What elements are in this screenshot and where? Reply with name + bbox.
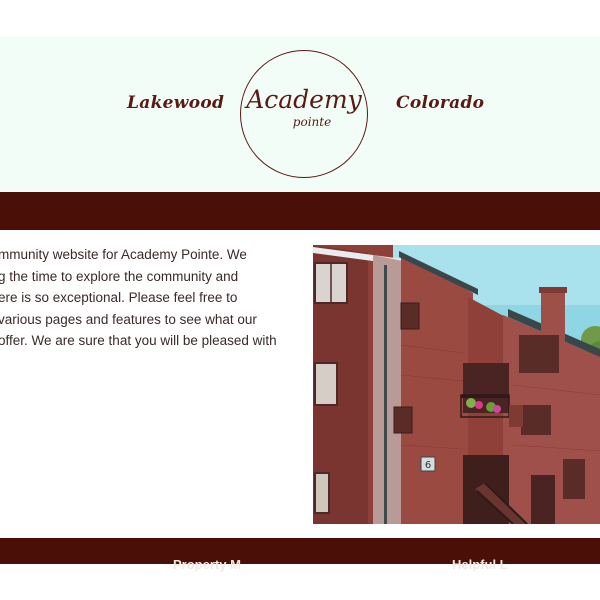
intro-line: offer. We are sure that you will be plea… [0,333,277,348]
site-footer [0,538,600,564]
apartment-building-illustration: 6 [313,245,600,524]
intro-line: g the time to explore the community and [0,268,239,284]
intro-line: mmunity website for Academy Pointe. We [0,247,247,262]
intro-text: mmunity website for Academy Pointe. We g… [0,244,298,352]
footer-heading-links: Helpful L [452,557,508,572]
logo-title: Academy [246,85,362,114]
logo-subtitle: pointe [292,115,332,129]
site-logo[interactable]: Academy pointe [240,50,368,178]
footer-heading-property: Property M [173,557,241,572]
building-number: 6 [425,460,431,471]
header-location-city: Lakewood [127,93,225,113]
intro-line: various pages and features to see what o… [0,311,257,327]
intro-line: ere is so exceptional. Please feel free … [0,290,238,305]
building-photo: 6 [313,245,600,524]
header-location-state: Colorado [396,93,485,113]
navigation-bar [0,192,600,230]
